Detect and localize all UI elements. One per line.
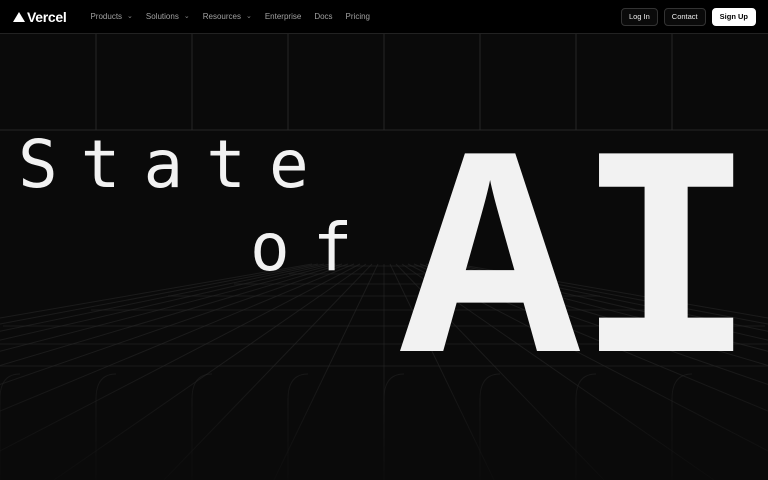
brand-name: Vercel xyxy=(27,8,67,25)
login-button[interactable]: Log In xyxy=(620,8,658,26)
vercel-logo[interactable]: Vercel xyxy=(13,8,67,25)
hero-word-ai: AI xyxy=(400,102,756,442)
menu-item-label: Solutions xyxy=(145,12,179,21)
signup-button[interactable]: Sign Up xyxy=(711,8,756,26)
menu-item-label: Pricing xyxy=(345,12,370,21)
nav-actions: Log In Contact Sign Up xyxy=(615,8,756,26)
contact-button[interactable]: Contact xyxy=(663,8,706,26)
menu-item-enterprise[interactable]: Enterprise xyxy=(265,12,301,21)
triangle-icon xyxy=(13,11,25,22)
menu-item-resources[interactable]: Resources ⌄ xyxy=(203,12,252,21)
chevron-down-icon: ⌄ xyxy=(127,12,133,20)
menu-item-label: Enterprise xyxy=(264,12,302,21)
menu-item-label: Resources xyxy=(202,12,241,21)
hero-word-state: State xyxy=(18,126,332,203)
menu-item-label: Docs xyxy=(314,12,333,21)
hero-section: State of AI xyxy=(0,34,768,480)
menu-item-solutions[interactable]: Solutions ⌄ xyxy=(146,12,190,21)
menu-item-docs[interactable]: Docs xyxy=(314,12,332,21)
hero-word-of: of xyxy=(250,209,376,286)
chevron-down-icon: ⌄ xyxy=(245,12,252,20)
menu-item-label: Products xyxy=(90,12,123,21)
top-navigation: Vercel Products ⌄ Solutions ⌄ Resources … xyxy=(0,0,768,34)
main-menu: Products ⌄ Solutions ⌄ Resources ⌄ Enter… xyxy=(90,12,383,21)
chevron-down-icon: ⌄ xyxy=(183,12,190,20)
menu-item-pricing[interactable]: Pricing xyxy=(346,12,370,21)
menu-item-products[interactable]: Products ⌄ xyxy=(90,12,132,21)
